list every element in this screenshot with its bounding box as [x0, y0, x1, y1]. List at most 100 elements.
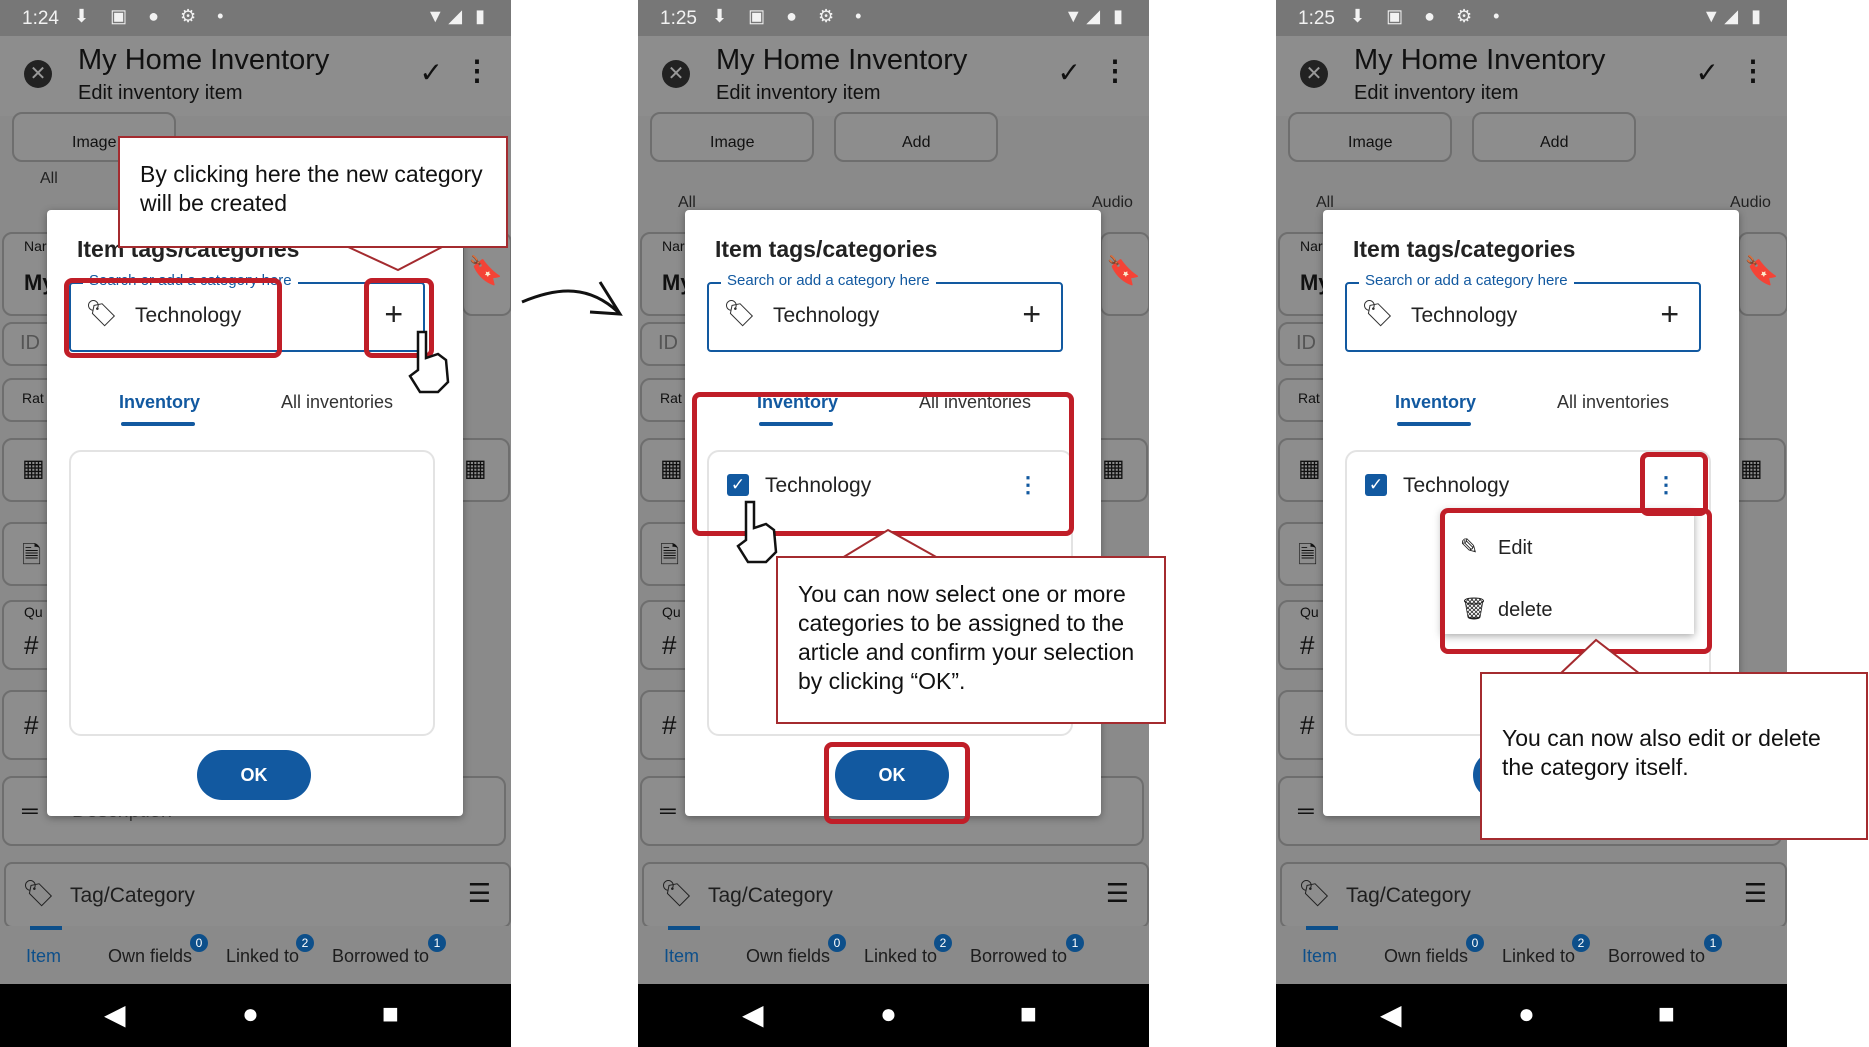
image-label: Image: [710, 134, 755, 151]
nav-linked-to[interactable]: Linked to: [226, 946, 299, 967]
document-icon: 🗎: [1298, 542, 1318, 569]
flow-arrow-icon: [521, 289, 620, 314]
nav-item[interactable]: Item: [664, 946, 699, 967]
more-vert-icon[interactable]: ⋮: [1739, 54, 1767, 87]
signal-battery-icon: ▼◢ ▮: [1064, 6, 1127, 26]
list-icon[interactable]: ☰: [468, 878, 491, 909]
list-icon[interactable]: ☰: [1106, 878, 1129, 909]
app-title: My Home Inventory: [1354, 44, 1606, 76]
qr-code-icon: ▦: [1298, 455, 1321, 482]
app-bar: ✕ My Home Inventory Edit inventory item …: [1276, 36, 1787, 116]
app-bar: ✕ My Home Inventory Edit inventory item …: [0, 36, 511, 116]
bookmark-icon: 🔖: [468, 255, 503, 286]
recents-icon[interactable]: ■: [1020, 998, 1037, 1030]
media-tabs: All Audio: [638, 168, 1149, 211]
image-card[interactable]: Image: [1288, 112, 1452, 162]
check-icon[interactable]: ✓: [420, 56, 443, 89]
tab-underline: [1397, 422, 1471, 426]
recents-icon[interactable]: ■: [382, 998, 399, 1030]
qr-scan-icon: ▦: [1740, 455, 1763, 482]
check-icon[interactable]: ✓: [1696, 56, 1719, 89]
close-icon[interactable]: ✕: [1300, 60, 1328, 88]
badge-borrowed-to: 1: [1066, 934, 1084, 952]
back-icon[interactable]: ◀: [742, 998, 764, 1031]
app-bar: ✕ My Home Inventory Edit inventory item …: [638, 36, 1149, 116]
notification-icons: ⬇ ▣ ● ⚙ •: [1350, 6, 1508, 26]
tag-category-bar[interactable]: 🏷 Tag/Category ☰: [4, 862, 511, 928]
nav-item[interactable]: Item: [1302, 946, 1337, 967]
description-icon: ═: [22, 798, 38, 823]
status-time: 1:24: [22, 8, 59, 29]
badge-own-fields: 0: [828, 934, 846, 952]
category-search-field[interactable]: Search or add a category here 🏷 Technolo…: [707, 272, 1063, 352]
nav-linked-to[interactable]: Linked to: [1502, 946, 1575, 967]
tab-underline: [121, 422, 195, 426]
tab-all-inventories[interactable]: All inventories: [1557, 392, 1669, 413]
right-icon-column: 🔖: [1100, 232, 1149, 316]
image-card[interactable]: Image: [650, 112, 814, 162]
app-subtitle: Edit inventory item: [716, 82, 881, 104]
checkbox-checked-icon[interactable]: ✓: [1365, 474, 1387, 496]
nav-borrowed-to[interactable]: Borrowed to: [970, 946, 1067, 967]
tab-inventory[interactable]: Inventory: [119, 392, 200, 413]
tab-all-inventories[interactable]: All inventories: [281, 392, 393, 413]
notification-icons: ⬇ ▣ ● ⚙ •: [712, 6, 870, 26]
status-time: 1:25: [1298, 8, 1335, 29]
recents-icon[interactable]: ■: [1658, 998, 1675, 1030]
nav-borrowed-to[interactable]: Borrowed to: [1608, 946, 1705, 967]
qr-code-icon: ▦: [22, 455, 45, 482]
tab-all[interactable]: All: [40, 170, 58, 188]
tag-icon: 🏷: [660, 878, 694, 908]
id-label: ID: [1296, 332, 1316, 354]
dialog-tabs: Inventory All inventories: [47, 378, 463, 426]
tab-inventory[interactable]: Inventory: [1395, 392, 1476, 413]
back-icon[interactable]: ◀: [1380, 998, 1402, 1031]
highlight-list-area: [692, 392, 1074, 536]
quantity-label: Qu: [662, 604, 681, 620]
add-icon[interactable]: +: [1022, 296, 1041, 333]
nav-own-fields[interactable]: Own fields: [1384, 946, 1468, 967]
nav-indicator: [30, 926, 62, 930]
back-icon[interactable]: ◀: [104, 998, 126, 1031]
qr-scan-icon: ▦: [464, 455, 487, 482]
tag-category-bar[interactable]: 🏷 Tag/Category ☰: [642, 862, 1149, 928]
rating-label: Rat: [22, 390, 44, 406]
category-search-field[interactable]: Search or add a category here 🏷 Technolo…: [1345, 272, 1701, 352]
search-label: Search or add a category here: [1359, 272, 1574, 289]
home-icon[interactable]: ●: [1518, 998, 1535, 1030]
home-icon[interactable]: ●: [242, 998, 259, 1030]
tag-category-label: Tag/Category: [1346, 884, 1471, 907]
dialog-title: Item tags/categories: [1353, 236, 1576, 262]
more-vert-icon[interactable]: ⋮: [463, 54, 491, 87]
check-icon[interactable]: ✓: [1058, 56, 1081, 89]
close-icon[interactable]: ✕: [662, 60, 690, 88]
ok-button[interactable]: OK: [197, 750, 311, 800]
add-card[interactable]: Add: [1472, 112, 1636, 162]
status-bar: 1:25 ⬇ ▣ ● ⚙ • ▼◢ ▮: [638, 0, 1149, 36]
add-icon[interactable]: +: [1660, 296, 1679, 333]
more-vert-icon[interactable]: ⋮: [1101, 54, 1129, 87]
badge-own-fields: 0: [1466, 934, 1484, 952]
home-icon[interactable]: ●: [880, 998, 897, 1030]
close-icon[interactable]: ✕: [24, 60, 52, 88]
list-icon[interactable]: ☰: [1744, 878, 1767, 909]
nav-linked-to[interactable]: Linked to: [864, 946, 937, 967]
category-list: [69, 450, 435, 736]
nav-own-fields[interactable]: Own fields: [108, 946, 192, 967]
search-value[interactable]: Technology: [1411, 304, 1517, 328]
status-time: 1:25: [660, 8, 697, 29]
nav-own-fields[interactable]: Own fields: [746, 946, 830, 967]
name-label: Nar: [24, 238, 47, 254]
add-card[interactable]: Add: [834, 112, 998, 162]
search-value[interactable]: Technology: [773, 304, 879, 328]
callout-edit-delete: You can now also edit or delete the cate…: [1480, 672, 1868, 840]
nav-borrowed-to[interactable]: Borrowed to: [332, 946, 429, 967]
media-tabs: All Audio: [1276, 168, 1787, 211]
bookmark-icon: 🔖: [1106, 255, 1141, 286]
badge-own-fields: 0: [190, 934, 208, 952]
nav-item[interactable]: Item: [26, 946, 61, 967]
system-nav-bar: ◀ ● ■: [638, 984, 1149, 1047]
phone-screen-3: 1:25 ⬇ ▣ ● ⚙ • ▼◢ ▮ ✕ My Home Inventory …: [1276, 0, 1787, 1047]
document-icon: 🗎: [660, 542, 680, 569]
tag-category-bar[interactable]: 🏷 Tag/Category ☰: [1280, 862, 1787, 928]
